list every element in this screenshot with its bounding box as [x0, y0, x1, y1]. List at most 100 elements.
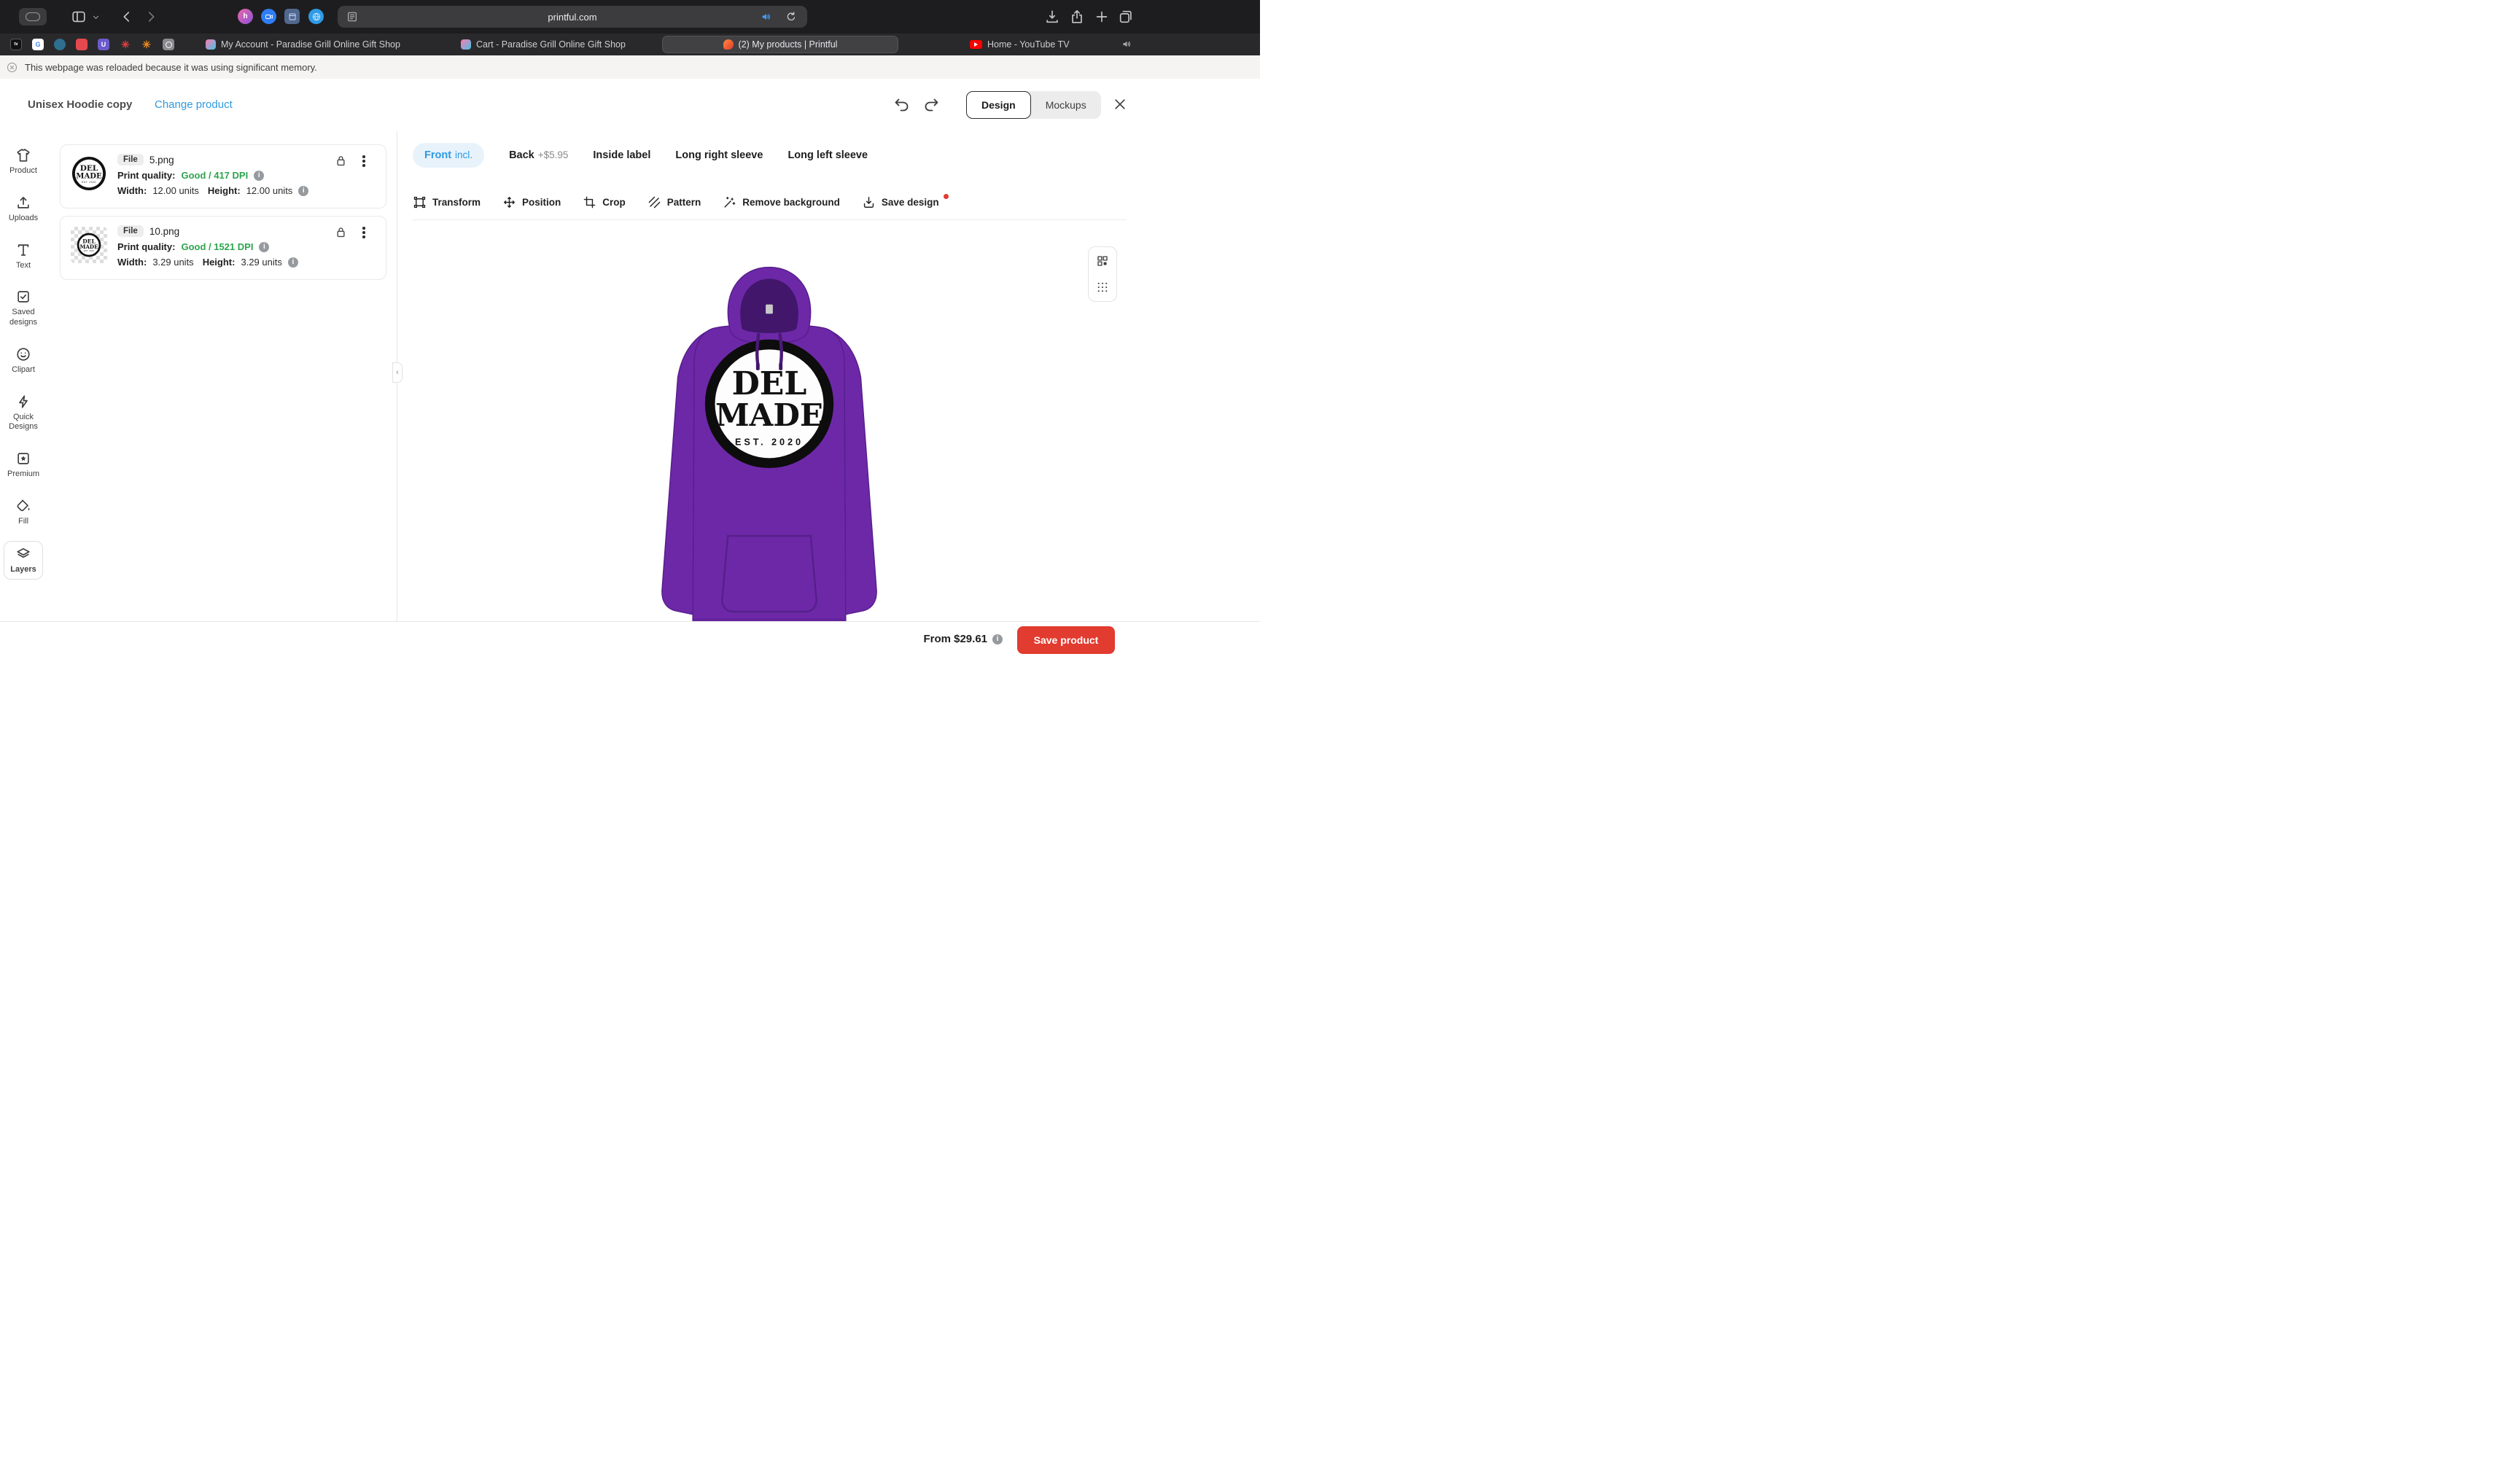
shop-favicon	[206, 39, 216, 50]
height-label: Height:	[202, 257, 236, 268]
pattern-button[interactable]: Pattern	[648, 195, 701, 209]
file-type-badge: File	[117, 154, 144, 165]
layer-menu-kebab-icon[interactable]	[358, 226, 370, 239]
position-icon	[504, 197, 515, 208]
reload-icon[interactable]	[785, 11, 797, 23]
sidebar-toggle-icon[interactable]	[71, 9, 87, 25]
footer-bar: From $29.61 Save product	[0, 621, 1260, 730]
layers-icon	[17, 548, 30, 558]
price-info-icon[interactable]	[992, 634, 1003, 644]
lock-icon[interactable]	[334, 225, 348, 239]
sidebar-item-product[interactable]: Product	[4, 143, 43, 181]
page-settings-icon[interactable]	[346, 11, 358, 23]
save-design-button[interactable]: Save design	[862, 194, 949, 209]
printful-favicon	[723, 39, 734, 50]
layer-menu-kebab-icon[interactable]	[358, 155, 370, 168]
layer-item-10png[interactable]: DEL MADE EST. 2020 File 10.png Print quali…	[60, 216, 386, 280]
placement-label: Long left sleeve	[788, 149, 868, 161]
product-title: Unisex Hoodie copy	[28, 98, 133, 111]
info-icon[interactable]	[298, 185, 309, 196]
info-icon[interactable]	[254, 170, 265, 181]
editor-header: Unisex Hoodie copy Change product Design…	[0, 79, 1260, 131]
transform-button[interactable]: Transform	[413, 195, 481, 209]
placement-tab-front[interactable]: Front incl.	[413, 143, 485, 168]
sidebar-item-clipart[interactable]: Clipart	[4, 342, 43, 380]
sidebar-item-premium[interactable]: Premium	[4, 446, 43, 484]
hoodie-mockup[interactable]: DEL MADE EST. 2020	[626, 248, 912, 660]
browser-tab-strip: tv G U ✳ ✳ My Account - Paradise Grill O…	[0, 34, 1260, 55]
globe-extension-icon[interactable]	[308, 9, 324, 24]
downloads-icon[interactable]	[1044, 9, 1060, 25]
panel-collapse-handle[interactable]: ‹	[392, 362, 402, 383]
close-circle-icon[interactable]	[6, 61, 18, 74]
pinned-favicon-u[interactable]: U	[98, 39, 109, 50]
pinned-favicon-orange-asterisk[interactable]: ✳	[141, 39, 152, 50]
tab-label: Cart - Paradise Grill Online Gift Shop	[476, 39, 626, 50]
address-bar[interactable]: printful.com	[338, 6, 807, 28]
extension-icon-1[interactable]: h	[238, 9, 253, 24]
front-design-logo: DEL MADE EST. 2020	[704, 339, 834, 469]
placement-tab-inside-label[interactable]: Inside label	[593, 149, 650, 161]
forward-button[interactable]	[143, 9, 159, 25]
layer-item-5png[interactable]: DEL MADE EST. 2020 File 5.png Print qualit…	[60, 144, 386, 209]
info-icon[interactable]	[287, 257, 298, 268]
pinned-favicon-circle[interactable]	[54, 39, 66, 50]
placement-tab-long-left-sleeve[interactable]: Long left sleeve	[788, 149, 868, 161]
file-name: 5.png	[149, 154, 174, 165]
pinned-favicon-red[interactable]	[76, 39, 88, 50]
chevron-down-icon[interactable]	[92, 13, 100, 21]
browser-tab-my-account[interactable]: My Account - Paradise Grill Online Gift …	[206, 34, 400, 55]
file-name: 10.png	[149, 225, 180, 237]
pinned-favicon-camera[interactable]	[163, 39, 174, 50]
browser-tab-printful-active[interactable]: (2) My products | Printful	[662, 36, 898, 53]
width-value: 12.00 units	[152, 185, 199, 196]
redo-button[interactable]	[922, 96, 940, 114]
back-button[interactable]	[119, 9, 135, 25]
share-icon[interactable]	[1069, 9, 1085, 25]
sidebar-item-uploads[interactable]: Uploads	[4, 190, 43, 228]
browser-tab-youtube[interactable]: Home - YouTube TV	[970, 34, 1070, 55]
sidebar-item-text[interactable]: Text	[4, 238, 43, 276]
tool-label: Transform	[432, 197, 481, 208]
extension-icon-2[interactable]	[261, 9, 276, 24]
undo-button[interactable]	[893, 96, 911, 114]
tab-mockups[interactable]: Mockups	[1031, 91, 1101, 119]
crop-button[interactable]: Crop	[583, 195, 626, 209]
position-button[interactable]: Position	[502, 195, 561, 209]
pinned-favicon-red-asterisk[interactable]: ✳	[120, 39, 131, 50]
tab-overview-icon[interactable]	[1118, 9, 1134, 25]
sidebar-item-fill[interactable]: Fill	[4, 494, 43, 531]
placement-label: Front	[424, 149, 452, 161]
placement-label: Long right sleeve	[675, 149, 763, 161]
design-mockups-toggle: Design Mockups	[966, 91, 1101, 119]
memory-notification: This webpage was reloaded because it was…	[0, 55, 1260, 79]
remove-background-button[interactable]: Remove background	[723, 195, 840, 209]
sidebar-item-quick-designs[interactable]: Quick Designs	[4, 389, 43, 437]
info-icon[interactable]	[259, 241, 270, 252]
sidebar-item-label: Premium	[7, 470, 39, 478]
sidebar-item-layers[interactable]: Layers	[4, 540, 43, 580]
pinned-favicon-tv[interactable]: tv	[10, 39, 22, 50]
svg-text:MADE: MADE	[79, 244, 98, 250]
change-product-link[interactable]: Change product	[155, 98, 233, 111]
tab-audio-icon[interactable]	[1121, 39, 1132, 53]
template-grid-icon[interactable]	[1092, 250, 1113, 272]
height-label: Height:	[207, 185, 241, 196]
placement-tab-long-right-sleeve[interactable]: Long right sleeve	[675, 149, 763, 161]
extension-icon-3[interactable]	[284, 9, 300, 24]
pinned-favicon-g[interactable]: G	[32, 39, 44, 50]
audio-speaker-icon[interactable]	[761, 11, 772, 25]
sidebar-item-saved-designs[interactable]: Saved designs	[4, 284, 43, 332]
tab-design[interactable]: Design	[966, 91, 1031, 119]
save-product-button[interactable]: Save product	[1017, 626, 1115, 654]
close-editor-icon[interactable]	[1113, 97, 1127, 112]
design-toolbar: Transform Position Crop Pattern Remove b…	[413, 185, 1127, 220]
window-controls[interactable]	[19, 8, 47, 26]
placement-tab-back[interactable]: Back +$5.95	[509, 149, 568, 161]
dotted-grid-icon[interactable]	[1092, 276, 1113, 298]
sidebar-item-label: Product	[9, 166, 37, 175]
browser-tab-cart[interactable]: Cart - Paradise Grill Online Gift Shop	[461, 34, 626, 55]
new-tab-icon[interactable]	[1094, 9, 1110, 25]
sidebar-item-label: Fill	[18, 516, 29, 526]
lock-icon[interactable]	[334, 154, 348, 168]
